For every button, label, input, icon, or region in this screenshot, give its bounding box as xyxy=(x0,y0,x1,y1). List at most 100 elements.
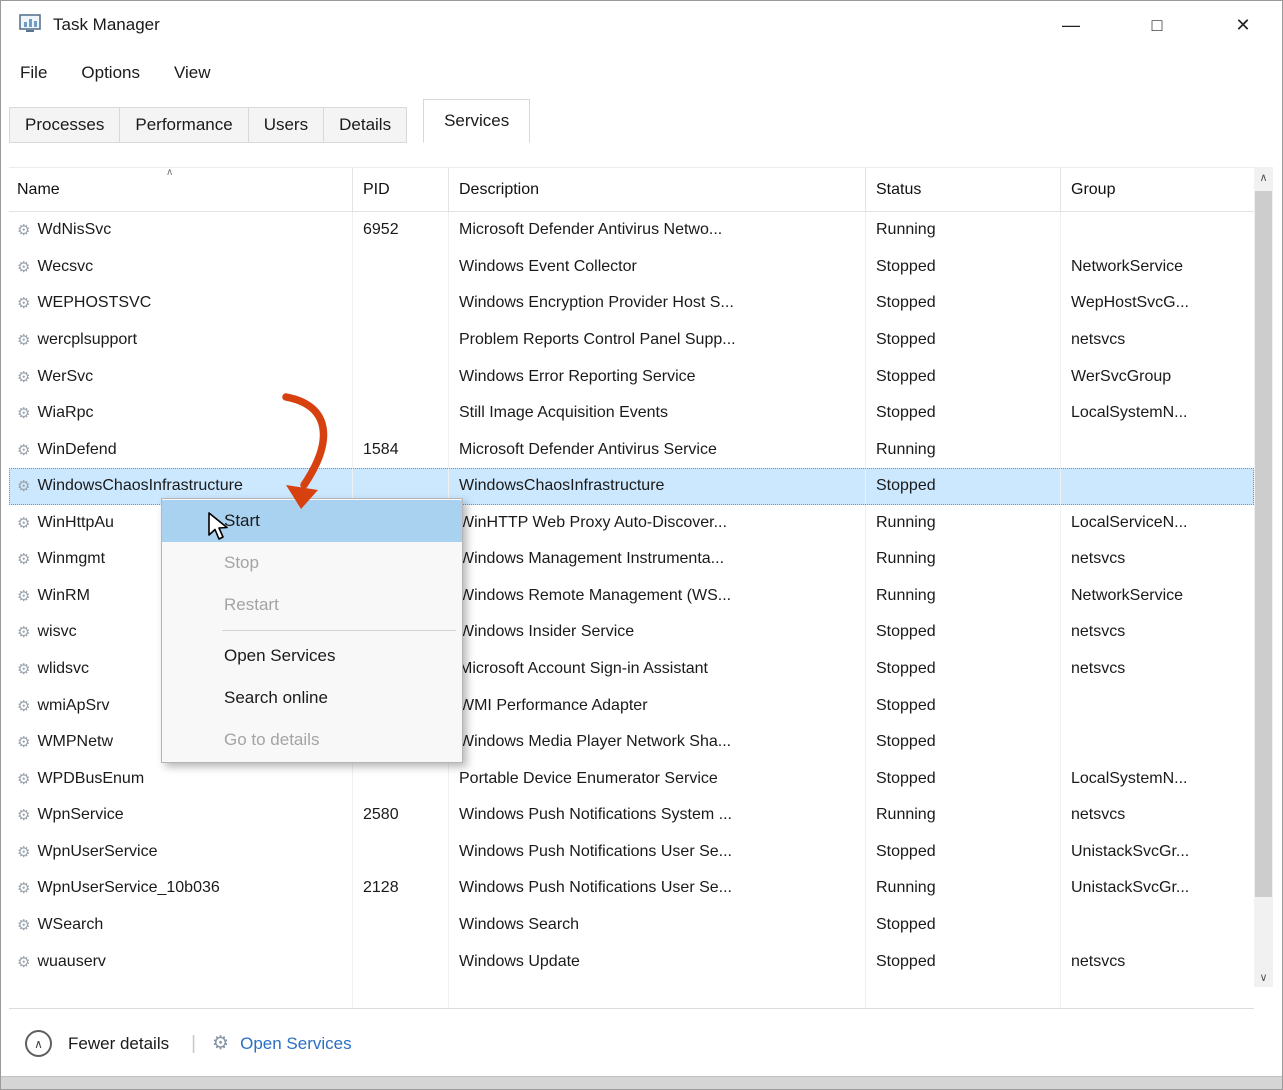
minimize-button[interactable]: — xyxy=(1052,5,1090,45)
service-name: wercplsupport xyxy=(37,331,137,349)
menu-item-search-online[interactable]: Search online xyxy=(162,677,462,719)
footer-bar: ∧ Fewer details | ⚙ Open Services xyxy=(1,1010,1282,1077)
menu-file[interactable]: File xyxy=(18,61,49,85)
service-description: Still Image Acquisition Events xyxy=(449,395,866,432)
fewer-details-button[interactable]: Fewer details xyxy=(68,1034,169,1054)
service-status: Running xyxy=(866,212,1061,249)
table-row[interactable]: ⚙WpnService 2580 Windows Push Notificati… xyxy=(9,797,1254,834)
column-header-group[interactable]: Group xyxy=(1061,168,1254,211)
service-status: Stopped xyxy=(866,907,1061,944)
table-row[interactable]: ⚙WiaRpc Still Image Acquisition Events S… xyxy=(9,395,1254,432)
service-group xyxy=(1061,468,1254,505)
service-pid xyxy=(353,395,449,432)
tab-performance[interactable]: Performance xyxy=(119,107,248,143)
menu-item-start[interactable]: Start xyxy=(162,500,462,542)
service-description: Portable Device Enumerator Service xyxy=(449,760,866,797)
maximize-button[interactable]: □ xyxy=(1138,5,1176,45)
tab-processes[interactable]: Processes xyxy=(9,107,120,143)
table-row[interactable]: ⚙WinDefend 1584 Microsoft Defender Antiv… xyxy=(9,431,1254,468)
service-name: WinDefend xyxy=(37,441,116,459)
services-gear-icon: ⚙ xyxy=(212,1032,229,1055)
service-pid: 2580 xyxy=(353,797,449,834)
service-icon: ⚙ xyxy=(17,770,30,788)
service-description: Windows Management Instrumenta... xyxy=(449,541,866,578)
table-row[interactable]: ⚙Wecsvc Windows Event Collector Stopped … xyxy=(9,249,1254,286)
tab-users[interactable]: Users xyxy=(248,107,324,143)
table-row[interactable]: ⚙WEPHOSTSVC Windows Encryption Provider … xyxy=(9,285,1254,322)
table-row[interactable]: ⚙WerSvc Windows Error Reporting Service … xyxy=(9,358,1254,395)
column-header-pid[interactable]: PID xyxy=(353,168,449,211)
service-name: wmiApSrv xyxy=(37,697,109,715)
column-header-status[interactable]: Status xyxy=(866,168,1061,211)
service-icon: ⚙ xyxy=(17,623,30,641)
service-name: WerSvc xyxy=(37,368,93,386)
service-description: Windows Insider Service xyxy=(449,614,866,651)
task-manager-window: Task Manager — □ ✕ File Options View Pro… xyxy=(0,0,1283,1090)
menu-options[interactable]: Options xyxy=(79,61,142,85)
service-name: WindowsChaosInfrastructure xyxy=(37,477,242,495)
table-row[interactable]: ⚙wercplsupport Problem Reports Control P… xyxy=(9,322,1254,359)
service-name: wlidsvc xyxy=(37,660,89,678)
service-status: Stopped xyxy=(866,943,1061,980)
menu-item-open-services[interactable]: Open Services xyxy=(162,635,462,677)
scroll-down-icon[interactable]: ∨ xyxy=(1254,967,1273,987)
table-row[interactable]: ⚙WPDBusEnum Portable Device Enumerator S… xyxy=(9,760,1254,797)
table-row[interactable]: ⚙WSearch Windows Search Stopped xyxy=(9,907,1254,944)
column-header-description[interactable]: Description xyxy=(449,168,866,211)
service-group: NetworkService xyxy=(1061,249,1254,286)
service-icon: ⚙ xyxy=(17,806,30,824)
service-name: WdNisSvc xyxy=(37,221,111,239)
service-icon: ⚙ xyxy=(17,477,30,495)
service-icon: ⚙ xyxy=(17,258,30,276)
open-services-link[interactable]: Open Services xyxy=(240,1034,352,1054)
service-icon: ⚙ xyxy=(17,550,30,568)
service-status: Running xyxy=(866,870,1061,907)
tab-services[interactable]: Services xyxy=(423,99,530,143)
menu-item-go-to-details: Go to details xyxy=(162,719,462,761)
service-icon: ⚙ xyxy=(17,843,30,861)
service-description: Windows Push Notifications User Se... xyxy=(449,870,866,907)
maximize-icon: □ xyxy=(1152,15,1163,36)
service-status: Stopped xyxy=(866,395,1061,432)
service-status: Stopped xyxy=(866,724,1061,761)
service-name: WMPNetw xyxy=(37,733,113,751)
menu-item-restart: Restart xyxy=(162,584,462,626)
service-description: Microsoft Defender Antivirus Netwo... xyxy=(449,212,866,249)
service-group xyxy=(1061,907,1254,944)
service-name: WinHttpAu xyxy=(37,514,113,532)
menu-item-stop: Stop xyxy=(162,542,462,584)
service-description: Windows Search xyxy=(449,907,866,944)
service-description: Windows Encryption Provider Host S... xyxy=(449,285,866,322)
table-row[interactable]: ⚙WpnUserService Windows Push Notificatio… xyxy=(9,834,1254,871)
service-pid xyxy=(353,943,449,980)
fewer-details-chevron-icon[interactable]: ∧ xyxy=(25,1030,52,1057)
minimize-icon: — xyxy=(1062,15,1080,36)
table-row[interactable]: ⚙wuauserv Windows Update Stopped netsvcs xyxy=(9,943,1254,980)
service-group: LocalServiceN... xyxy=(1061,505,1254,542)
scrollbar-thumb[interactable] xyxy=(1255,191,1272,897)
table-row[interactable]: ⚙WdNisSvc 6952 Microsoft Defender Antivi… xyxy=(9,212,1254,249)
window-title: Task Manager xyxy=(53,1,160,49)
column-header-name[interactable]: ∧ Name xyxy=(9,168,353,211)
service-status: Running xyxy=(866,541,1061,578)
service-group: netsvcs xyxy=(1061,943,1254,980)
service-status: Stopped xyxy=(866,322,1061,359)
service-description: Windows Push Notifications User Se... xyxy=(449,834,866,871)
vertical-scrollbar[interactable]: ∧ ∨ xyxy=(1254,167,1273,987)
service-icon: ⚙ xyxy=(17,697,30,715)
menu-view[interactable]: View xyxy=(172,61,213,85)
tab-details[interactable]: Details xyxy=(323,107,407,143)
service-status: Stopped xyxy=(866,468,1061,505)
service-group: WerSvcGroup xyxy=(1061,358,1254,395)
service-description: Windows Media Player Network Sha... xyxy=(449,724,866,761)
service-status: Stopped xyxy=(866,358,1061,395)
service-group xyxy=(1061,724,1254,761)
menu-separator xyxy=(222,630,456,631)
close-button[interactable]: ✕ xyxy=(1224,5,1262,45)
table-row[interactable]: ⚙WpnUserService_10b036 2128 Windows Push… xyxy=(9,870,1254,907)
scroll-up-icon[interactable]: ∧ xyxy=(1254,167,1273,187)
service-pid xyxy=(353,358,449,395)
service-group: LocalSystemN... xyxy=(1061,760,1254,797)
service-description: Windows Error Reporting Service xyxy=(449,358,866,395)
service-description: WMI Performance Adapter xyxy=(449,687,866,724)
